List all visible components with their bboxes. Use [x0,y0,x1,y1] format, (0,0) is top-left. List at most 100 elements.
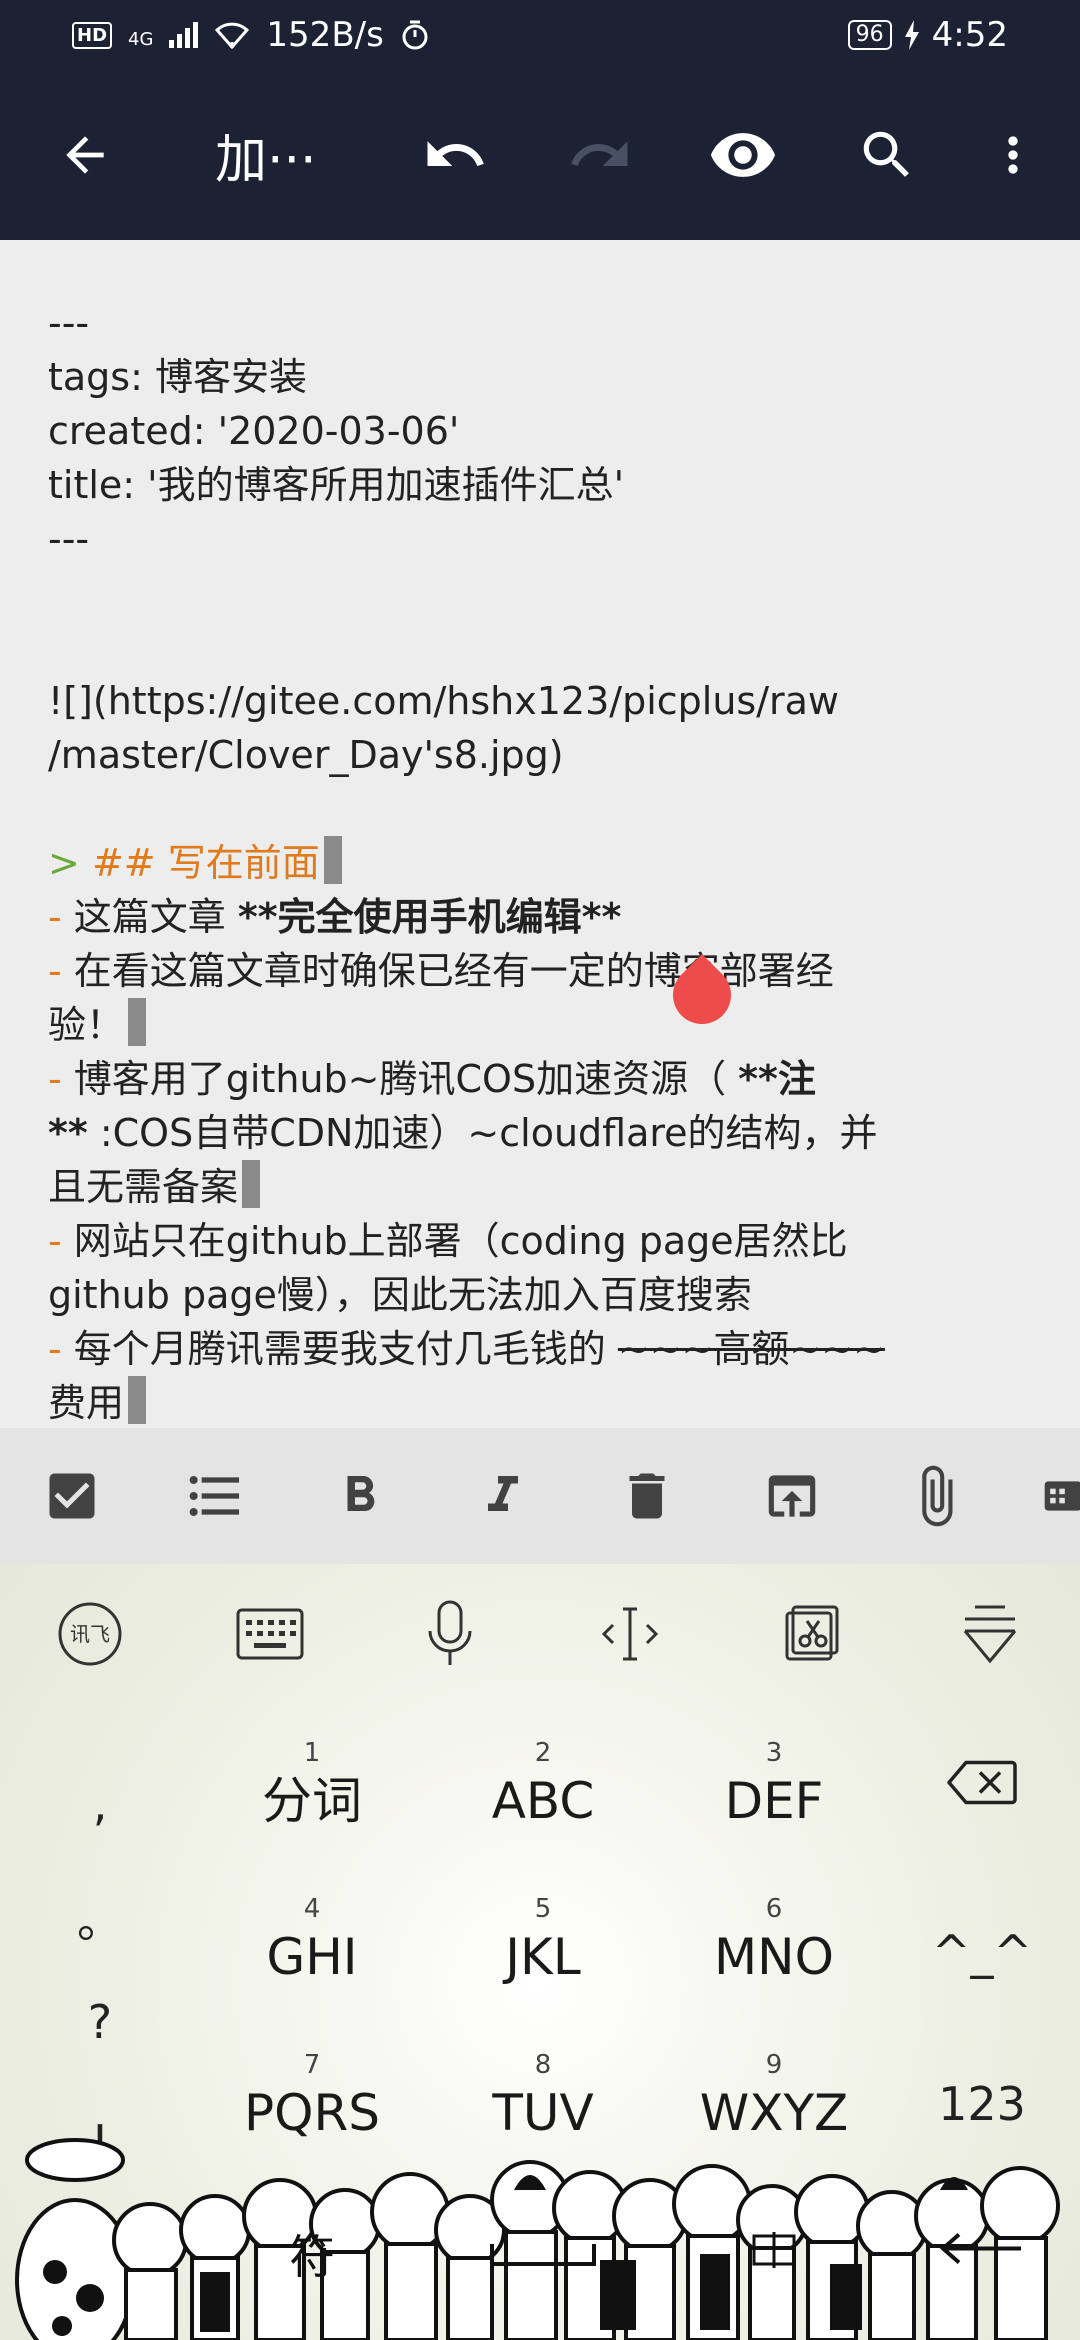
list-item-text: 博客用了github~腾讯COS加速资源（ [61,1057,739,1101]
image-link-line: ![](https://gitee.com/hshx123/picplus/ra… [48,679,840,723]
italic-icon [488,1476,518,1511]
image-link-line: /master/Clover_Day's8.jpg) [48,733,564,777]
hide-keyboard-button[interactable] [959,1601,1021,1667]
search-button[interactable] [856,124,918,186]
charging-icon [904,20,919,50]
preview-button[interactable] [708,120,778,190]
list-item-continued: 且无需备案 [48,1160,1048,1214]
note-title[interactable]: 加··· [215,118,317,193]
key-3[interactable]: 3 DEF [725,1736,824,1832]
list-marker: - [48,949,62,993]
list-icon [189,1476,239,1516]
svg-text:讯飞: 讯飞 [70,1622,110,1646]
language-switch-key[interactable] [734,2227,814,2281]
list-item-continued: ** :COS自带CDN加速）~cloudflare的结构，并 [48,1106,1048,1160]
key-label: MNO [714,1928,834,1986]
bold-icon [347,1476,375,1511]
ime-logo-button[interactable]: 讯飞 [57,1601,123,1667]
list-item-text: 这篇文章 [61,895,238,939]
list-item: - 这篇文章 **完全使用手机编辑** [48,890,1048,944]
key-number: 1 [303,1738,321,1768]
keyboard-switch-button[interactable] [236,1608,304,1660]
key-label: JKL [505,1928,581,1986]
microphone-icon [428,1600,472,1665]
list-item-text: 且无需备案 [48,1165,239,1209]
text-cursor-icon [601,1607,659,1661]
bold-button[interactable] [330,1466,390,1526]
key-number: 6 [765,1894,783,1924]
format-toolbar [0,1428,1080,1564]
punct-comma-key[interactable]: , [93,1777,108,1831]
text-cursor [242,1160,261,1208]
arrow-back-icon [66,136,104,174]
clipboard-button[interactable] [779,1603,841,1665]
space-key[interactable] [488,2227,598,2281]
editor-text[interactable]: --- tags: 博客安装 created: '2020-03-06' tit… [48,296,1048,1428]
redo-button[interactable] [567,122,633,188]
key-label: 分词 [262,1772,362,1830]
frontmatter-line: --- [48,517,90,561]
enter-icon [939,2232,1021,2265]
key-5[interactable]: 5 JKL [505,1892,580,1988]
cursor-move-button[interactable] [599,1603,661,1665]
bold-text: **完全使用手机编辑** [237,895,622,939]
markdown-editor[interactable]: --- tags: 博客安装 created: '2020-03-06' tit… [0,240,1080,1428]
key-label: GHI [266,1928,358,1986]
bold-text: ** [48,1111,88,1155]
signal-icon [169,22,199,48]
list-marker: - [48,1057,62,1101]
heading-line: > ## 写在前面 [48,836,1048,890]
ifly-logo-icon: 讯飞 [58,1602,122,1666]
list-item-text: :COS自带CDN加速）~cloudflare的结构，并 [87,1111,878,1155]
network-speed: 152B/s [266,15,384,55]
strikethrough-text: ~~~高额~~~ [617,1327,885,1371]
key-label: ABC [491,1772,595,1830]
emoticon-key[interactable]: ^_^ [932,1925,1032,1979]
punct-period-key[interactable]: 。 [77,1885,123,1951]
table-button[interactable] [1041,1474,1080,1518]
collapse-keyboard-icon [963,1605,1017,1664]
clipboard-cut-icon [785,1605,839,1661]
undo-icon [427,141,484,166]
symbol-key[interactable]: 符 [289,2221,335,2287]
keyboard-theme-artwork [15,2138,1060,2340]
soft-keyboard: 讯飞 1 分词 2 ABC 3 DEF 4 GHI 5 JKL 6 MNO 7 PQRS 8T… [0,1564,1080,2340]
backspace-key[interactable] [946,1759,1018,1818]
bullet-list-button[interactable] [183,1464,247,1528]
checkbox-button[interactable] [42,1466,102,1526]
delete-button[interactable] [617,1466,677,1526]
list-marker: - [48,1327,62,1371]
list-item: - 网站只在github上部署（coding page居然比 [48,1214,1048,1268]
voice-input-button[interactable] [425,1599,475,1669]
list-item-text: 验！ [48,1003,125,1047]
backspace-icon [947,1760,1017,1805]
paperclip-icon [922,1465,953,1527]
grid-icon [1044,1481,1080,1511]
key-number: 3 [765,1738,783,1768]
list-item-text: 每个月腾讯需要我支付几毛钱的 [61,1327,618,1371]
hd-badge: HD [72,21,113,49]
back-button[interactable] [57,127,113,183]
attach-button[interactable] [903,1463,969,1529]
list-marker: - [48,895,62,939]
italic-button[interactable] [473,1466,533,1526]
network-type: 4G [128,29,154,50]
more-options-button[interactable] [985,127,1041,183]
list-item-text: github page慢），因此无法加入百度搜索 [48,1273,752,1317]
text-cursor [128,998,147,1046]
key-number: 5 [534,1894,552,1924]
text-cursor [128,1376,147,1424]
undo-button[interactable] [422,122,488,188]
quote-marker: > [48,841,80,885]
key-2[interactable]: 2 ABC [492,1736,595,1832]
enter-key[interactable] [937,2227,1027,2282]
key-number: 2 [534,1738,552,1768]
checkbox-icon [49,1473,95,1519]
open-in-button[interactable] [761,1465,823,1527]
list-item: - 在看这篇文章时确保已经有一定的博客部署经 [48,944,1048,998]
key-6[interactable]: 6 MNO [714,1892,834,1988]
key-4[interactable]: 4 GHI [266,1892,357,1988]
frontmatter-line: --- [48,301,90,345]
key-1[interactable]: 1 分词 [262,1736,362,1832]
